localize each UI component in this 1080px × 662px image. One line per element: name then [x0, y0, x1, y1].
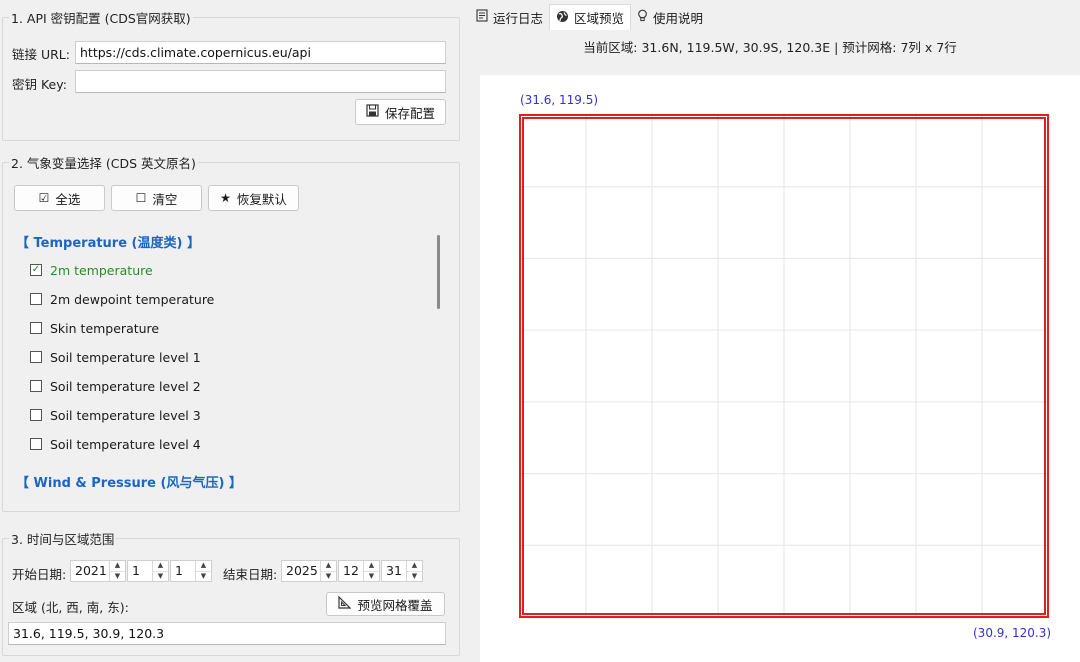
preview-grid-label: 预览网格覆盖 — [357, 597, 433, 613]
tab-region-preview[interactable]: 区域预览 — [549, 4, 632, 30]
end-day-value: 31 — [386, 563, 402, 578]
select-all-label: 全选 — [55, 191, 81, 207]
clear-label: 清空 — [152, 191, 178, 207]
variable-checkbox[interactable]: Soil temperature level 3 — [30, 405, 201, 425]
spin-down-icon[interactable]: ▼ — [364, 570, 379, 582]
end-month-spinbox[interactable]: 12 ▲ ▼ — [338, 560, 380, 582]
api-config-title: 1. API 密钥配置 (CDS官网获取) — [9, 8, 193, 27]
bottom-right-coordinate: (30.9, 120.3) — [973, 626, 1052, 640]
region-preview-canvas[interactable]: (31.6, 119.5) (30.9, 120.3) — [480, 75, 1080, 662]
start-date-label: 开始日期: — [12, 567, 67, 582]
star-icon: ★ — [220, 191, 231, 205]
group-header-wind-pressure: 【 Wind & Pressure (风与气压) 】 — [16, 476, 242, 491]
bulb-icon — [637, 9, 648, 25]
clear-button[interactable]: ☐ 清空 — [111, 185, 202, 211]
variable-label: Soil temperature level 1 — [50, 349, 201, 365]
checkbox-icon — [30, 351, 42, 363]
spin-up-icon[interactable]: ▲ — [407, 561, 422, 571]
spin-up-icon[interactable]: ▲ — [321, 561, 336, 571]
grid-overlay — [519, 114, 1049, 618]
start-month-value: 1 — [132, 563, 140, 578]
checkbox-empty-icon: ☐ — [135, 191, 147, 205]
spin-down-icon[interactable]: ▼ — [196, 570, 211, 582]
region-label: 区域 (北, 西, 南, 东): — [12, 600, 129, 615]
preview-grid-button[interactable]: 预览网格覆盖 — [326, 592, 445, 616]
start-year-spinbox[interactable]: 2021 ▲ ▼ — [70, 560, 126, 582]
checkbox-icon — [30, 293, 42, 305]
start-year-value: 2021 — [75, 563, 107, 578]
key-label: 密钥 Key: — [12, 77, 67, 92]
end-year-spinbox[interactable]: 2025 ▲ ▼ — [281, 560, 337, 582]
checkbox-icon: ✓ — [30, 264, 42, 276]
scrollbar-thumb[interactable] — [437, 235, 440, 309]
key-input[interactable] — [75, 70, 446, 93]
variable-checkbox[interactable]: Soil temperature level 4 — [30, 434, 201, 454]
spin-up-icon[interactable]: ▲ — [153, 561, 168, 571]
variable-label: Soil temperature level 3 — [50, 407, 201, 423]
checkbox-icon — [30, 322, 42, 334]
start-day-spinbox[interactable]: 1 ▲ ▼ — [170, 560, 212, 582]
tab-log[interactable]: 运行日志 — [470, 4, 549, 30]
log-icon — [476, 9, 488, 25]
region-info-text: 当前区域: 31.6N, 119.5W, 30.9S, 120.3E | 预计网… — [583, 40, 957, 55]
variable-label: 2m dewpoint temperature — [50, 291, 215, 307]
end-date-label: 结束日期: — [223, 567, 278, 582]
start-month-spinbox[interactable]: 1 ▲ ▼ — [127, 560, 169, 582]
end-year-value: 2025 — [286, 563, 318, 578]
variable-checkbox[interactable]: ✓ 2m temperature — [30, 260, 153, 280]
variable-checkbox[interactable]: 2m dewpoint temperature — [30, 289, 214, 309]
globe-icon — [556, 10, 569, 26]
tab-log-label: 运行日志 — [493, 10, 544, 26]
end-day-spinbox[interactable]: 31 ▲ ▼ — [381, 560, 423, 582]
tab-help[interactable]: 使用说明 — [631, 4, 709, 30]
time-region-title: 3. 时间与区域范围 — [9, 529, 117, 548]
start-day-value: 1 — [175, 563, 183, 578]
select-all-button[interactable]: ☑ 全选 — [14, 185, 105, 211]
variable-checkbox[interactable]: Soil temperature level 1 — [30, 347, 201, 367]
variable-label: Soil temperature level 4 — [50, 436, 201, 452]
checkbox-icon — [30, 380, 42, 392]
variable-label: Skin temperature — [50, 320, 160, 336]
variable-label: Soil temperature level 2 — [50, 378, 201, 394]
url-label: 链接 URL: — [12, 47, 70, 62]
spin-down-icon[interactable]: ▼ — [321, 570, 336, 582]
region-input[interactable]: 31.6, 119.5, 30.9, 120.3 — [8, 622, 446, 645]
spin-down-icon[interactable]: ▼ — [153, 570, 168, 582]
spin-up-icon[interactable]: ▲ — [364, 561, 379, 571]
left-panel: 1. API 密钥配置 (CDS官网获取) 链接 URL: https://cd… — [0, 0, 462, 662]
checkbox-icon — [30, 409, 42, 421]
spin-up-icon[interactable]: ▲ — [110, 561, 125, 571]
save-config-label: 保存配置 — [384, 105, 435, 121]
tab-bar: 运行日志 区域预览 使用说明 — [470, 4, 709, 30]
save-config-button[interactable]: 保存配置 — [355, 99, 446, 125]
tab-region-preview-label: 区域预览 — [574, 11, 625, 26]
save-icon — [366, 104, 379, 120]
spin-down-icon[interactable]: ▼ — [110, 570, 125, 582]
variable-label: 2m temperature — [50, 262, 153, 278]
variable-select-title: 2. 气象变量选择 (CDS 英文原名) — [9, 153, 198, 172]
checkbox-checked-icon: ☑ — [38, 191, 50, 205]
variable-checkbox[interactable]: Soil temperature level 2 — [30, 376, 201, 396]
group-header-temperature: 【 Temperature (温度类) 】 — [16, 236, 200, 251]
set-square-icon — [338, 595, 352, 612]
checkbox-icon — [30, 438, 42, 450]
url-input[interactable]: https://cds.climate.copernicus.eu/api — [75, 41, 446, 64]
spin-up-icon[interactable]: ▲ — [196, 561, 211, 571]
restore-default-button[interactable]: ★ 恢复默认 — [208, 185, 299, 211]
end-month-value: 12 — [343, 563, 359, 578]
variable-checkbox[interactable]: Skin temperature — [30, 318, 159, 338]
tab-help-label: 使用说明 — [653, 10, 704, 26]
spin-down-icon[interactable]: ▼ — [407, 570, 422, 582]
restore-default-label: 恢复默认 — [236, 191, 287, 207]
